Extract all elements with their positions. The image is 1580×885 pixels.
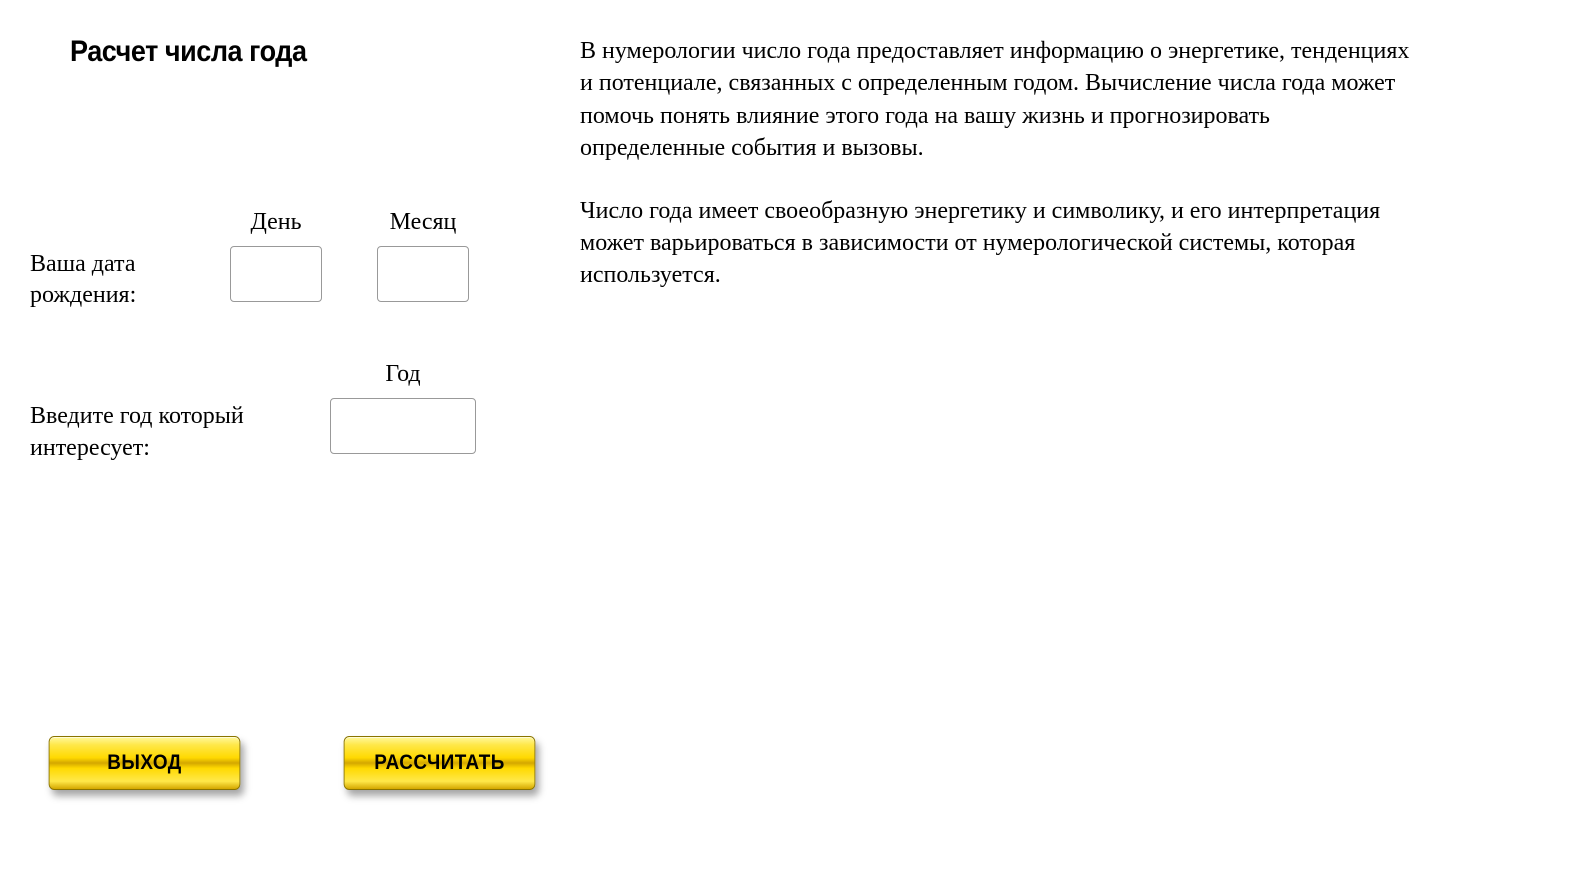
month-column: Месяц [377, 209, 469, 302]
year-group: Введите год который интересует: Год [30, 361, 550, 463]
year-interest-label: Введите год который интересует: [30, 361, 330, 463]
year-input[interactable] [330, 398, 476, 454]
birthdate-label: Ваша дата рождения: [30, 209, 230, 311]
month-input[interactable] [377, 246, 469, 302]
description-text: В нумерологии число года предоставляет и… [580, 35, 1420, 292]
exit-button[interactable]: ВЫХОД [49, 736, 241, 790]
month-label: Месяц [390, 209, 457, 236]
year-column: Год [330, 361, 476, 454]
year-label: Год [385, 361, 420, 388]
day-column: День [230, 209, 322, 302]
description-p2: Число года имеет своеобразную энергетику… [580, 195, 1420, 292]
button-row: ВЫХОД РАССЧИТАТЬ [38, 736, 546, 790]
description-p1: В нумерологии число года предоставляет и… [580, 35, 1420, 165]
page-title: Расчет числа года [70, 35, 502, 69]
day-label: День [250, 209, 301, 236]
day-input[interactable] [230, 246, 322, 302]
calculate-button[interactable]: РАССЧИТАТЬ [344, 736, 536, 790]
birthdate-group: Ваша дата рождения: День Месяц [30, 209, 550, 311]
